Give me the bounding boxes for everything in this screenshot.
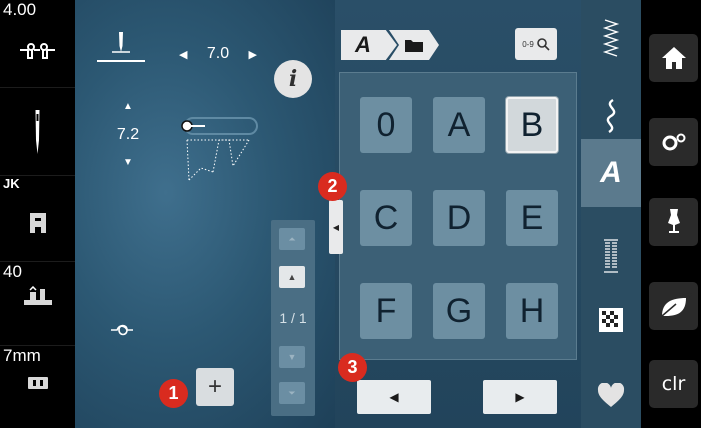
- char-key-a[interactable]: A: [433, 97, 485, 153]
- category-decorative-stitches[interactable]: [581, 86, 641, 146]
- page-indicator: 1 / 1: [279, 310, 307, 326]
- needle-position-icon: [112, 32, 130, 53]
- width-decrease-arrow[interactable]: ◀: [179, 48, 187, 61]
- search-label: 0-9: [522, 39, 534, 49]
- char-key-e[interactable]: E: [506, 190, 558, 246]
- serpentine-stitch-icon: [606, 98, 616, 134]
- character-grid: 0 A B C D E F G H: [339, 72, 577, 360]
- alphabet-picker-panel: A 0-9 0 A B C D E F G H ◀ ◀ ▶: [329, 0, 581, 428]
- width-increase-arrow[interactable]: ▶: [249, 48, 257, 61]
- category-personal-program[interactable]: [581, 366, 641, 426]
- presser-foot-code: JK: [3, 176, 20, 191]
- length-decrease-arrow[interactable]: ▼: [111, 156, 145, 170]
- thread-tension-cell[interactable]: 4.00: [0, 0, 75, 88]
- knot-icon: [111, 324, 133, 336]
- sewing-machine-screen: 4.00 JK 40 7mm ◀ 7.0 ▶ i ▲ 7.2 ▼ + ⏶ ▲ 1…: [0, 0, 701, 428]
- needle-icon: [35, 110, 40, 154]
- home-icon: [661, 47, 686, 69]
- next-page-button[interactable]: ▶: [483, 380, 557, 414]
- thread-tension-value: 4.00: [3, 0, 37, 19]
- add-button[interactable]: +: [196, 368, 234, 406]
- quilt-icon: [599, 308, 623, 332]
- char-key-c[interactable]: C: [360, 190, 412, 246]
- callout-badge-3: 3: [338, 353, 367, 382]
- setup-button[interactable]: [649, 118, 698, 166]
- char-key-d[interactable]: D: [433, 190, 485, 246]
- scroll-down-button[interactable]: ▼: [279, 346, 305, 368]
- info-button[interactable]: i: [274, 60, 312, 98]
- home-button[interactable]: [649, 34, 698, 82]
- status-column: 4.00 JK 40 7mm: [0, 0, 75, 428]
- callout-badge-1: 1: [159, 379, 188, 408]
- stitch-preview-area: ◀ 7.0 ▶ i ▲ 7.2 ▼ + ⏶ ▲ 1 / 1 ▼ ⏷: [75, 0, 335, 428]
- length-increase-arrow[interactable]: ▲: [111, 100, 145, 114]
- category-practical-stitches[interactable]: [581, 8, 641, 68]
- buttonhole-icon: [604, 239, 618, 273]
- heart-icon: [597, 383, 625, 407]
- stitch-pattern-preview: [181, 117, 258, 181]
- scroll-bottom-button[interactable]: ⏷: [279, 382, 305, 404]
- stitch-plate-cell[interactable]: 40: [0, 262, 75, 346]
- tutorial-button[interactable]: [649, 198, 698, 246]
- needle-plate-size: 7mm: [3, 346, 41, 365]
- char-key-h[interactable]: H: [506, 283, 558, 339]
- presser-foot-icon: [30, 213, 46, 233]
- stitch-plate-value: 40: [3, 262, 22, 281]
- alphabet-tab-icon: A: [600, 156, 622, 189]
- system-bar: eco clr: [641, 0, 701, 428]
- char-key-b[interactable]: B: [506, 97, 558, 153]
- stitch-length-value: 7.2: [116, 126, 140, 143]
- stitch-width-value: 7.0: [206, 45, 230, 62]
- needle-cell[interactable]: [0, 88, 75, 176]
- char-key-g[interactable]: G: [433, 283, 485, 339]
- breadcrumb-alphabet[interactable]: A: [341, 30, 397, 60]
- stitch-length-control: ▲ 7.2 ▼: [111, 100, 145, 180]
- needle-plate-cell[interactable]: 7mm: [0, 346, 75, 428]
- category-alphabets[interactable]: A: [581, 139, 641, 207]
- category-buttonholes[interactable]: [581, 226, 641, 286]
- category-quilt-stitches[interactable]: [581, 290, 641, 350]
- clear-button[interactable]: clr: [649, 360, 698, 408]
- presser-foot-pressure-icon: [24, 286, 52, 305]
- previous-page-button[interactable]: ◀: [357, 380, 431, 414]
- eco-label: eco: [679, 290, 692, 299]
- char-key-f[interactable]: F: [360, 283, 412, 339]
- stitch-width-control: ◀ 7.0 ▶: [179, 44, 257, 64]
- folder-icon: [405, 40, 423, 52]
- search-button[interactable]: 0-9: [515, 28, 557, 60]
- callout-badge-2: 2: [318, 172, 347, 201]
- panel-collapse-handle[interactable]: ◀: [329, 200, 343, 254]
- needle-position-button[interactable]: [97, 28, 145, 62]
- gear-icon: [662, 133, 685, 151]
- needle-plate-icon: [28, 377, 48, 389]
- scroll-top-button[interactable]: ⏶: [279, 228, 305, 250]
- scroll-panel: ⏶ ▲ 1 / 1 ▼ ⏷: [271, 220, 315, 416]
- eco-button[interactable]: eco: [649, 282, 698, 330]
- char-key-0[interactable]: 0: [360, 97, 412, 153]
- securing-stitch-button[interactable]: [107, 318, 137, 348]
- thread-tension-icon: [20, 43, 55, 59]
- scroll-up-button[interactable]: ▲: [279, 266, 305, 288]
- search-icon: [536, 38, 550, 51]
- presser-foot-cell[interactable]: JK: [0, 176, 75, 262]
- dress-form-icon: [667, 209, 680, 233]
- zigzag-stitch-icon: [602, 19, 620, 57]
